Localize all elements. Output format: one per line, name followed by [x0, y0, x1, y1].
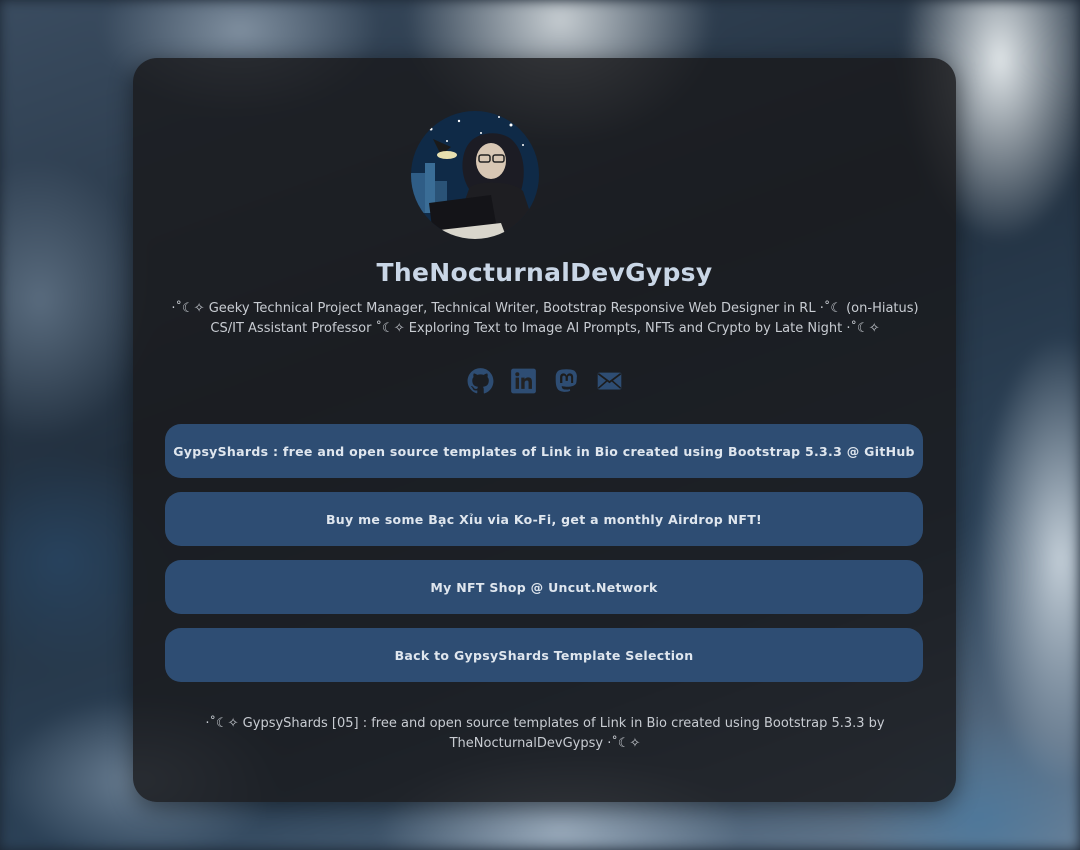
social-links	[133, 367, 956, 399]
mastodon-icon[interactable]	[553, 367, 580, 395]
profile-name: TheNocturnalDevGypsy	[376, 258, 713, 287]
github-icon[interactable]	[467, 367, 494, 395]
email-icon[interactable]	[596, 367, 623, 395]
profile-avatar	[411, 111, 539, 239]
link-button-gypsyshards-github[interactable]: GypsyShards : free and open source templ…	[165, 424, 923, 478]
link-button-nft-shop[interactable]: My NFT Shop @ Uncut.Network	[165, 560, 923, 614]
footer-text: ‧˚☾✧ GypsyShards [05] : free and open so…	[205, 716, 885, 751]
link-button-kofi[interactable]: Buy me some Bạc Xỉu via Ko-Fi, get a mon…	[165, 492, 923, 546]
link-button-back-to-templates[interactable]: Back to GypsyShards Template Selection	[165, 628, 923, 682]
profile-bio: ‧˚☾✧ Geeky Technical Project Manager, Te…	[171, 301, 919, 336]
linkedin-icon[interactable]	[510, 367, 537, 395]
